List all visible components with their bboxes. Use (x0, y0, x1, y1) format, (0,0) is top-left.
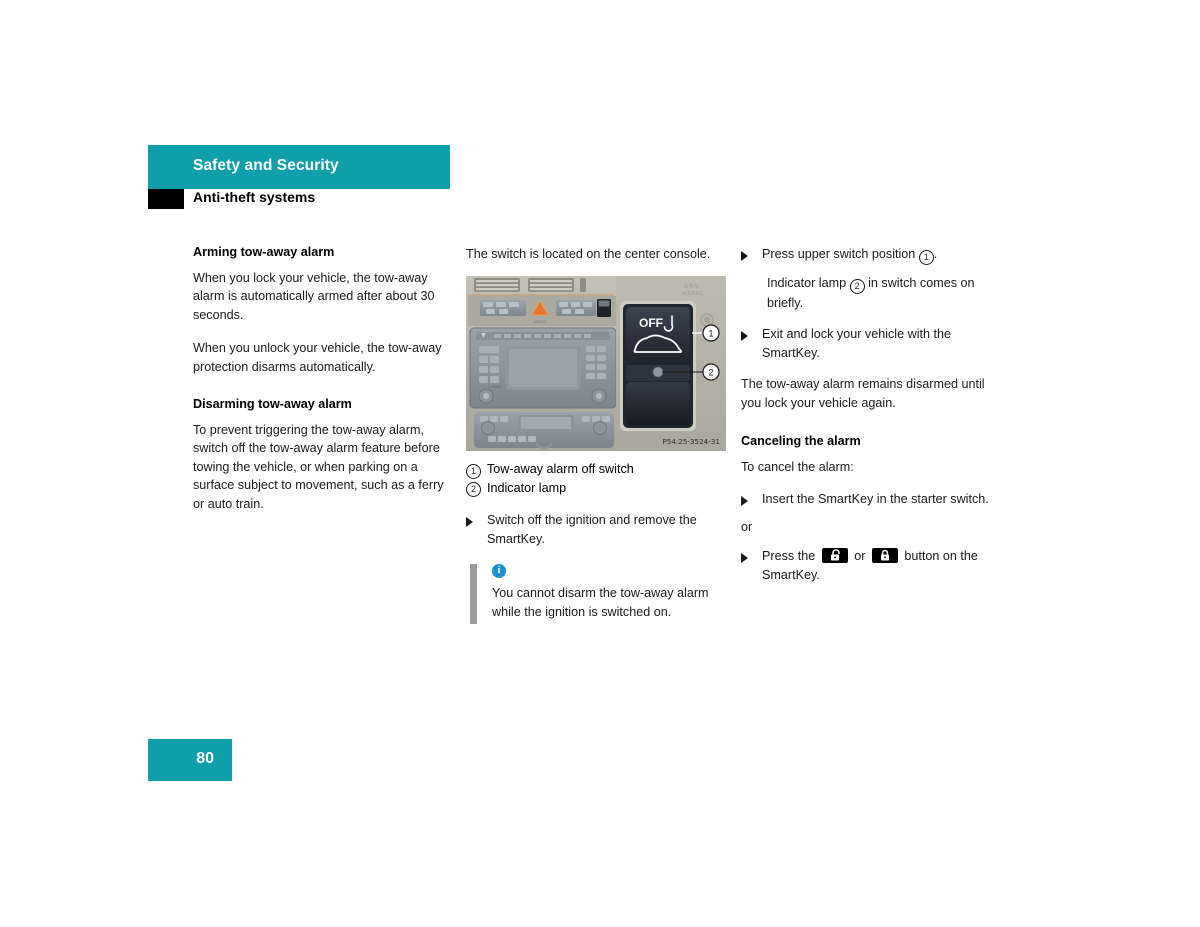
callout-number-1: 1 (918, 250, 934, 265)
legend-item-1: 1 Tow-away alarm off switch (466, 461, 728, 479)
page-number-box: 80 (148, 739, 232, 781)
triangle-bullet-icon (741, 495, 748, 506)
section-header-bar: Safety and Security (148, 145, 450, 189)
instruction-text-pre: Press upper switch position (762, 247, 919, 261)
figure-legend: 1 Tow-away alarm off switch 2 Indicator … (466, 461, 728, 498)
legend-item-2: 2 Indicator lamp (466, 480, 728, 498)
instruction-text: Switch off the ignition and remove the S… (487, 513, 697, 546)
page-number: 80 (196, 750, 214, 767)
instruction-text-post: . (933, 247, 938, 261)
black-marker-square (148, 189, 184, 209)
note-accent-bar (470, 564, 477, 625)
svg-text:2: 2 (708, 368, 713, 378)
subnote-text-pre: Indicator lamp (767, 276, 850, 290)
middle-column: The switch is located on the center cons… (466, 245, 728, 625)
note-text: You cannot disarm the tow-away alarm whi… (492, 586, 709, 619)
instruction-insert-smartkey: Insert the SmartKey in the starter switc… (741, 490, 1003, 508)
triangle-bullet-icon (466, 516, 473, 527)
subnote-indicator-lamp: Indicator lamp 2 in switch comes on brie… (767, 274, 1003, 312)
triangle-bullet-icon (741, 330, 748, 341)
callout-number-1: 1 (466, 463, 481, 479)
instruction-text: Exit and lock your vehicle with the Smar… (762, 327, 951, 360)
instruction-text: Press upper switch position 1. (762, 245, 937, 265)
svg-text:SRS: SRS (684, 282, 700, 290)
triangle-bullet-icon (741, 552, 748, 563)
triangle-bullet-icon (741, 250, 748, 261)
info-icon: i (492, 564, 506, 579)
paragraph-disarming-1: To prevent triggering the tow-away alarm… (193, 423, 444, 511)
instruction-switch-off-ignition: Switch off the ignition and remove the S… (466, 511, 728, 548)
instruction-exit-and-lock: Exit and lock your vehicle with the Smar… (741, 325, 1003, 362)
instruction-press-key-button: Press the or button on the SmartKey. (741, 547, 1003, 584)
instruction-text-pre: Press the (762, 549, 819, 564)
paragraph-alarm-remains-disarmed: The tow-away alarm remains disarmed unti… (741, 377, 985, 410)
legend-label-2: Indicator lamp (487, 480, 567, 495)
callout-number-2: 2 (466, 482, 481, 498)
svg-text:AIRBAG: AIRBAG (682, 291, 704, 297)
paragraph-arming-1: When you lock your vehicle, the tow-away… (193, 271, 435, 322)
subsection-header: Anti-theft systems (148, 189, 450, 215)
heading-disarming-tow-away-alarm: Disarming tow-away alarm (193, 397, 352, 412)
heading-arming-tow-away-alarm: Arming tow-away alarm (193, 245, 335, 259)
lock-padlock-icon (871, 548, 898, 564)
subsection-title: Anti-theft systems (193, 189, 316, 205)
legend-label-1: Tow-away alarm off switch (487, 462, 634, 477)
paragraph-arming-2: When you unlock your vehicle, the tow-aw… (193, 341, 442, 374)
left-column: Arming tow-away alarm When you lock your… (193, 245, 451, 513)
paragraph-switch-location: The switch is located on the center cons… (466, 247, 711, 261)
instruction-press-upper-switch: Press upper switch position 1. (741, 245, 1003, 265)
center-console-figure: AIRBAG COMAND SRS AIRBAG OFF 1 2 P54.25-… (466, 276, 726, 452)
svg-text:1: 1 (708, 329, 713, 339)
instruction-text: Insert the SmartKey in the starter switc… (762, 492, 989, 507)
figure-reference-code: P54.25-3524-31 (662, 437, 720, 446)
unlock-padlock-icon (821, 548, 848, 564)
instruction-text: Press the or button on the SmartKey. (762, 547, 1003, 584)
callout-number-2: 2 (849, 279, 865, 294)
heading-canceling-the-alarm: Canceling the alarm (741, 434, 861, 449)
center-console-illustration: AIRBAG COMAND SRS AIRBAG OFF 1 2 P54.25-… (466, 276, 726, 452)
section-title: Safety and Security (193, 157, 339, 174)
manual-page: Safety and Security Anti-theft systems A… (0, 0, 1200, 927)
alternative-separator-or: or (741, 519, 753, 534)
svg-text:AIRBAG: AIRBAG (534, 320, 547, 324)
info-note: i You cannot disarm the tow-away alarm w… (470, 564, 728, 625)
paragraph-to-cancel-the-alarm: To cancel the alarm: (741, 460, 854, 475)
svg-text:COMAND: COMAND (488, 385, 503, 389)
instruction-text-mid: or (850, 549, 869, 564)
right-column: Press upper switch position 1. Indicator… (741, 245, 1003, 597)
svg-text:OFF: OFF (639, 316, 663, 330)
